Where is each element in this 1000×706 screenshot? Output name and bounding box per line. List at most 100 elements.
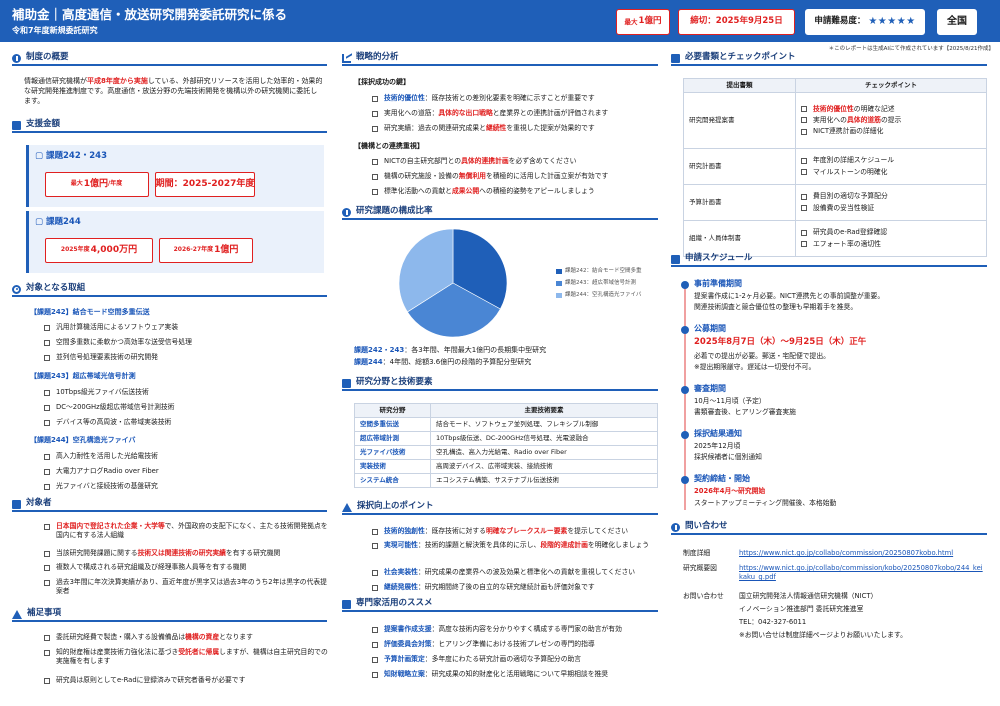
strategy-item: 研究実績：過去の関連研究成果と継続性を重視した提案が効果的です [372,124,595,133]
schedule-text: スタートアップミーティング開催後、本格始動 [694,499,837,507]
tech-field: 空間多重伝送 [354,417,431,432]
legend-label: 課題243：超広帯域信号計測 [565,280,636,286]
composition-heading: 研究課題の構成比率 [342,206,658,220]
note-item: 研究員は原則としてe-Radに登録済みで研究者番号が必要です [44,676,330,685]
schedule-title: 事前準備期間 [694,279,742,288]
target-item: 大電力アナログRadio over Fiber [44,467,159,476]
legend-swatch [556,281,562,287]
timeline-dot [681,431,689,439]
tech-elements: エコシステム構築、サステナブル伝送技術 [430,473,658,488]
tech-table: 研究分野 主要技術要素 空間多重伝送 結合モード、ソフトウェア並列処理、フレキシブル… [354,403,658,488]
schedule-heading: 申請スケジュール [671,253,987,267]
contact-dept: イノベーション推進部門 委託研究推進室 [739,605,864,613]
contact-note: ※お問い合せは制度詳細ページよりお願いいたします。 [739,631,907,639]
schedule-title: 契約締結・開始 [694,474,750,483]
info-icon [12,53,21,63]
eligible-item: 過去3年間に年次決算実績があり、直近年度が黒字又は過去3年のうち2年は黒字の代表… [44,578,330,596]
eligible-heading: 対象者 [12,498,327,512]
doc-check: 年度別の詳細スケジュール [801,156,981,165]
strategy-item: 技術的優位性：既存技術との差別化要素を明確に示すことが重要です [372,94,595,103]
detail-link[interactable]: https://www.nict.go.jp/collabo/commissio… [739,549,953,557]
gear-icon [342,378,351,388]
tech-heading: 研究分野と技術要素 [342,377,658,391]
doc-check: 技術的優位性の明確な記述 [801,105,981,114]
point-item: 継続発展性：研究期間終了後の自立的な研究継続計画も評価対象です [372,583,656,592]
support-2026-pill: 2026-27年度 1億円 [159,238,253,263]
docs-heading: 必要書類とチェックポイント [671,52,987,66]
arrow-up-icon [342,502,352,512]
target-item: 並列信号処理要素技術の研究開発 [44,353,158,362]
composition-pie-chart [398,228,508,338]
target-group-label: 【課題242】結合モード空間多重伝送 [30,308,150,316]
points-heading: 採択向上のポイント [342,501,658,515]
legend-label: 課題242：結合モード空間多重 [565,268,642,274]
users-icon [12,499,21,509]
target-item: デバイス等の高周波・広帯域実装技術 [44,418,171,427]
contact-org: 国立研究開発法人情報通信研究機構（NICT） [739,592,878,600]
schedule-title: 採択結果通知 [694,429,742,438]
doc-check: 設備費の妥当性検証 [801,204,981,213]
expert-item: 提案書作成支援：高度な技術内容を分かりやすく構成する専門家の助言が有効 [372,625,622,634]
target-item: 汎用計算機活用によるソフトウェア実装 [44,323,178,332]
page-header: 補助金｜高度通信・放送研究開発委託研究に係る 令和7年度新規委託研究 最大 1億円… [0,0,1000,42]
tech-field: システム統合 [354,473,431,488]
support-box-242-243: ▢ 課題242・243 最大 1億円/年度 期間：2025-2027年度 [26,145,324,207]
strategy-heading: 戦略的分析 [342,52,658,66]
legend-label: 課題244：空孔構造光ファイバ [565,292,642,298]
eligible-item: 日本国内で登記された企業・大学等で、外国政府の支配下になく、主たる技術開発拠点を… [44,522,330,540]
tech-elements: 高周波デバイス、広帯域実装、接続技術 [430,459,658,474]
tech-field: 実装技術 [354,459,431,474]
legend-swatch [556,269,562,275]
schedule-text: 提案書作成に1-2ヶ月必要。NICT連携先との事前調整が重要。 [694,292,885,300]
targets-heading: 対象となる取組 [12,283,327,297]
support-box-title: ▢ 課題244 [35,217,81,227]
target-group-label: 【課題243】超広帯域光信号計測 [30,372,136,380]
contact-label: 制度詳細 [683,549,711,557]
schedule-text: 関連技術調査と競合優位性の整理も早期着手を推奨。 [694,303,858,311]
contact-label: 研究概要図 [683,564,717,572]
tech-elements: 10Tbps級伝送、DC-200GHz信号処理、光電波融合 [430,431,658,446]
schedule-title: 公募期間 [694,324,726,333]
strategy-group-label: 【採択成功の鍵】 [354,78,410,86]
page-title: 補助金｜高度通信・放送研究開発委託研究に係る [12,7,288,22]
target-item: DC〜200GHz級超広帯域信号計測技術 [44,403,174,412]
support-box-title: ▢ 課題242・243 [35,151,107,161]
contact-heading: 問い合わせ [671,521,987,535]
composition-desc: 課題244：4年間、総額3.6億円の段階的予算配分型研究 [354,358,532,366]
schedule-title: 審査期間 [694,384,726,393]
doc-check: NICT連携計画の詳細化 [801,127,981,136]
expert-item: 知財戦略立案：研究成果の知的財産化と活用戦略について早期相談を推奨 [372,670,608,679]
support-2025-pill: 2025年度 4,000万円 [45,238,153,263]
strategy-item: NICTの自主研究部門との具体的連携計画を必ず含めてください [372,157,576,166]
handshake-icon [12,120,21,130]
contact-table: 制度詳細 https://www.nict.go.jp/collabo/commi… [683,549,983,644]
schedule-date: 2025年8月7日（木）〜9月25日（木）正午 [694,337,867,347]
page-subtitle: 令和7年度新規委託研究 [12,26,98,35]
doc-name: 研究計画書 [683,148,796,185]
schedule-date: 2026年4月〜研究開始 [694,487,766,495]
timeline-dot [681,476,689,484]
schedule-text: 書類審査後、ヒアリング審査実施 [694,408,796,416]
strategy-group-label: 【機構との連携重視】 [354,142,424,150]
support-period-pill: 期間：2025-2027年度 [155,172,255,197]
doc-check: エフォート率の適切性 [801,240,981,249]
chart-icon [342,53,351,63]
tech-elements: 空孔構造、高入力光給電、Radio over Fiber [430,445,658,460]
legend-swatch [556,293,562,299]
schedule-text: 必着での提出が必要。郵送・宅配便で提出。 [694,352,830,360]
overview-text: 情報通信研究機構が平成8年度から実施している、外部研究リソースを活用した効率的・… [24,77,323,106]
square-icon: ▢ [35,217,44,227]
overview-pdf-link[interactable]: https://www.nict.go.jp/collabo/commissio… [739,564,983,581]
schedule-text: 10月〜11月頃（予定） [694,397,766,405]
contact-label: お問い合わせ [683,592,724,600]
tech-field: 光ファイバ技術 [354,445,431,460]
warning-icon [12,609,22,619]
strategy-item: 実用化への道筋：具体的な出口戦略と産業界との連携計画が評価されます [372,109,608,118]
point-item: 技術的独創性：既存技術に対する明確なブレークスルー要素を提示してください [372,527,656,536]
schedule-text: ※提出期限厳守。遅延は一切受付不可。 [694,363,816,371]
legend-item: 課題244：空孔構造光ファイバ [556,292,641,299]
question-icon [671,522,680,532]
eligible-item: 複数人で構成される研究組織及び経理事務人員等を有する機関 [44,563,330,572]
target-item: 空間多重数に柔軟かつ高効率な送受信号処理 [44,338,192,347]
note-item: 委託研究経費で製造・購入する設備備品は機構の資産となります [44,633,330,642]
